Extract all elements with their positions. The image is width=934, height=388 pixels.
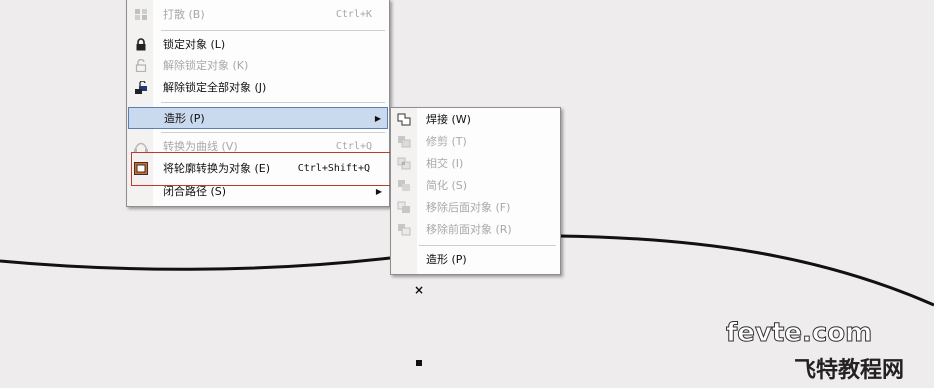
menu-item-lock-object[interactable]: 锁定对象 (L)	[128, 34, 388, 55]
submenu-item-label: 移除后面对象 (F)	[426, 201, 511, 214]
front-minus-back-icon	[397, 201, 410, 213]
submenu-item-simplify[interactable]: 简化 (S)	[392, 175, 559, 196]
submenu-item-weld[interactable]: 焊接 (W)	[392, 109, 559, 130]
submenu-item-label: 造形 (P)	[426, 253, 467, 266]
watermark-site-name: 飞特教程网	[794, 358, 905, 383]
back-minus-front-icon	[398, 224, 411, 236]
menu-item-label: 造形 (P)	[164, 112, 205, 125]
submenu-item-back-minus-front[interactable]: 移除前面对象 (R)	[392, 219, 559, 240]
menu-separator	[161, 132, 385, 133]
node-handle[interactable]	[416, 360, 422, 366]
intersect-icon	[397, 157, 411, 170]
submenu-item-label: 焊接 (W)	[426, 113, 471, 126]
shaping-submenu: 焊接 (W) 修剪 (T) 相交 (I) 简化 (S) 移除后面对象 (F) 移…	[390, 107, 561, 275]
highlight-callout-box	[131, 152, 392, 186]
simplify-icon	[398, 180, 410, 191]
menu-item-label: 解除锁定全部对象 (J)	[163, 81, 267, 94]
menu-item-shaping[interactable]: 造形 (P) ▶	[128, 107, 388, 129]
menu-separator	[419, 245, 556, 246]
menu-item-label: 打散 (B)	[163, 8, 205, 21]
submenu-item-trim[interactable]: 修剪 (T)	[392, 131, 559, 152]
break-apart-icon	[135, 9, 147, 20]
weld-icon	[397, 113, 411, 126]
submenu-arrow-icon: ▶	[374, 114, 381, 123]
unlock-all-icon	[135, 81, 147, 94]
submenu-item-intersect[interactable]: 相交 (I)	[392, 153, 559, 174]
menu-item-unlock-object[interactable]: 解除锁定对象 (K)	[128, 55, 388, 76]
lock-icon	[136, 38, 146, 51]
submenu-item-label: 移除前面对象 (R)	[426, 223, 512, 236]
submenu-item-front-minus-back[interactable]: 移除后面对象 (F)	[392, 197, 559, 218]
menu-separator	[161, 30, 385, 31]
center-x-marker: ×	[414, 283, 425, 297]
menu-item-unlock-all[interactable]: 解除锁定全部对象 (J)	[128, 77, 388, 98]
trim-icon	[398, 136, 411, 148]
watermark-domain: fevte.com	[725, 318, 873, 349]
menu-item-shortcut: Ctrl+K	[335, 9, 372, 20]
submenu-item-shaping[interactable]: 造形 (P)	[392, 249, 559, 270]
submenu-item-label: 修剪 (T)	[426, 135, 467, 148]
menu-item-label: 解除锁定对象 (K)	[163, 59, 249, 72]
menu-separator	[161, 102, 385, 103]
menu-item-label: 锁定对象 (L)	[163, 38, 226, 51]
unlock-icon	[135, 59, 147, 72]
submenu-item-label: 简化 (S)	[426, 179, 468, 192]
menu-item-break-apart[interactable]: 打散 (B) Ctrl+K	[128, 4, 388, 25]
submenu-item-label: 相交 (I)	[426, 157, 464, 170]
